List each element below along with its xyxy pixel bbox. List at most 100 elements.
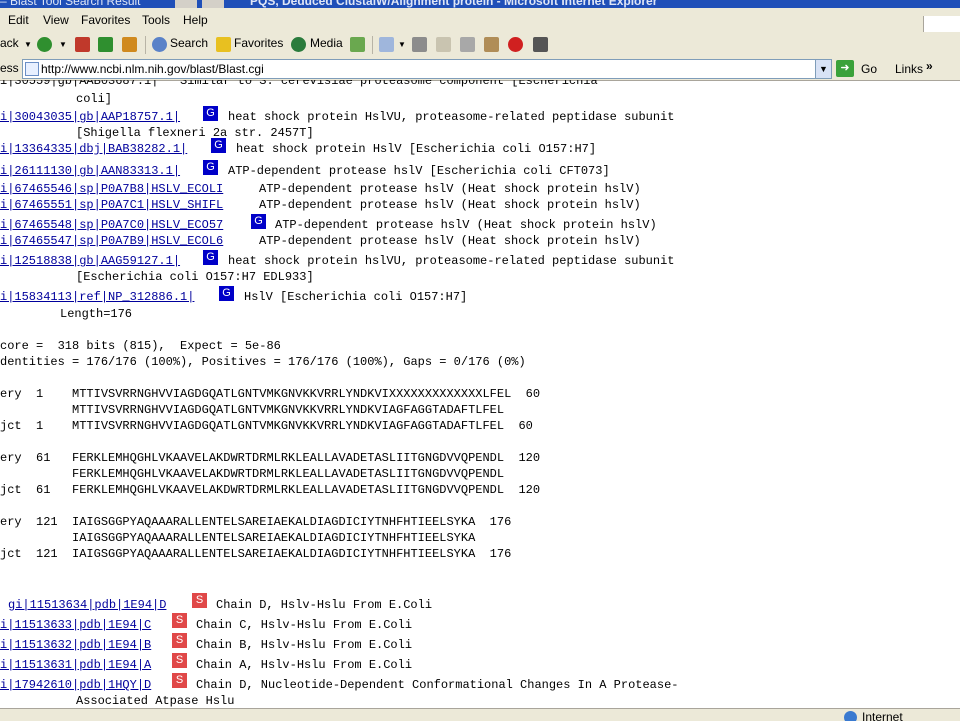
hit-row: i|15834113|ref|NP_312886.1| xyxy=(0,290,194,304)
structure-badge-icon[interactable]: S xyxy=(192,593,207,608)
structure-hit-description: Chain C, Hslv-Hslu From E.Coli xyxy=(196,618,413,632)
media-icon[interactable] xyxy=(291,37,306,52)
search-icon[interactable] xyxy=(152,37,167,52)
research-icon[interactable] xyxy=(508,37,523,52)
alignment-line: jct 1 MTTIVSVRRNGHVVIAGDGQATLGNTVMKGNVKK… xyxy=(0,419,533,433)
media-button[interactable]: Media xyxy=(310,36,343,50)
identities-line: dentities = 176/176 (100%), Positives = … xyxy=(0,355,526,369)
window-title-bar: – Blast Tool Search Result PQS, Deduced … xyxy=(0,0,960,8)
refresh-icon[interactable] xyxy=(98,37,113,52)
hit-description: ATP-dependent protease hslV [Escherichia… xyxy=(228,164,610,178)
genbank-badge-icon[interactable]: G xyxy=(211,138,226,153)
alignment-line: ery 121 IAIGSGGPYAQAAARALLENTELSAREIAEKA… xyxy=(0,515,512,529)
genbank-badge-icon[interactable]: G xyxy=(203,106,218,121)
discuss-icon[interactable] xyxy=(460,37,475,52)
structure-hit-description: Chain D, Hslv-Hslu From E.Coli xyxy=(216,598,433,612)
links-chevron-icon[interactable]: » xyxy=(926,59,933,73)
taskbar-tab[interactable] xyxy=(175,0,197,8)
status-bar: Internet xyxy=(0,708,960,721)
print-icon[interactable] xyxy=(412,37,427,52)
alignment-line: FERKLEMHQGHLVKAAVELAKDWRTDRMLRKLEALLAVAD… xyxy=(0,467,505,481)
links-button[interactable]: Links xyxy=(895,62,923,76)
hit-row: i|30043035|gb|AAP18757.1| xyxy=(0,110,180,124)
hit-description: ATP-dependent protease hslV (Heat shock … xyxy=(275,218,657,232)
structure-accession-link[interactable]: i|11513631|pdb|1E94|A xyxy=(0,658,151,672)
favorites-star-icon[interactable] xyxy=(216,37,231,52)
hit-row: i|67465548|sp|P0A7C0|HSLV_ECO57 xyxy=(0,218,223,232)
go-button[interactable]: ➜ Go xyxy=(836,60,886,78)
hit-accession-link[interactable]: i|67465547|sp|P0A7B9|HSLV_ECOL6 xyxy=(0,234,223,248)
alignment-line: jct 61 FERKLEMHQGHLVKAAVELAKDWRTDRMLRKLE… xyxy=(0,483,541,497)
hit-description: heat shock protein HslV [Escherichia col… xyxy=(236,142,597,156)
structure-accession-link[interactable]: i|11513632|pdb|1E94|B xyxy=(0,638,151,652)
address-url[interactable]: http://www.ncbi.nlm.nih.gov/blast/Blast.… xyxy=(41,62,264,76)
sequence-length: Length=176 xyxy=(60,307,133,321)
hit-row: i|12518838|gb|AAG59127.1| xyxy=(0,254,180,268)
alignment-line: jct 121 IAIGSGGPYAQAAARALLENTELSAREIAEKA… xyxy=(0,547,512,561)
search-button[interactable]: Search xyxy=(170,36,208,50)
go-label[interactable]: Go xyxy=(861,62,877,76)
hit-accession-link[interactable]: i|12518838|gb|AAG59127.1| xyxy=(0,254,180,268)
window-title-left: – Blast Tool Search Result xyxy=(0,0,141,8)
hit-accession-link[interactable]: i|15834113|ref|NP_312886.1| xyxy=(0,290,194,304)
mail-icon[interactable] xyxy=(379,37,394,52)
alignment-line: ery 61 FERKLEMHQGHLVKAAVELAKDWRTDRMLRKLE… xyxy=(0,451,541,465)
structure-badge-icon[interactable]: S xyxy=(172,613,187,628)
hit-description: ATP-dependent protease hslV (Heat shock … xyxy=(259,198,641,212)
hit-accession-link[interactable]: i|13364335|dbj|BAB38282.1| xyxy=(0,142,187,156)
address-label: ess xyxy=(0,61,19,75)
hit-description: ATP-dependent protease hslV (Heat shock … xyxy=(259,182,641,196)
structure-hit-row: i|17942610|pdb|1HQY|D xyxy=(0,678,151,692)
forward-dropdown-icon[interactable]: ▼ xyxy=(59,40,67,49)
genbank-badge-icon[interactable]: G xyxy=(203,250,218,265)
go-arrow-icon[interactable]: ➜ xyxy=(836,60,854,77)
history-icon[interactable] xyxy=(350,37,365,52)
stop-icon[interactable] xyxy=(75,37,90,52)
menu-tools[interactable]: Tools xyxy=(142,13,170,27)
genbank-badge-icon[interactable]: G xyxy=(251,214,266,229)
taskbar-tab[interactable] xyxy=(202,0,224,8)
favorites-button[interactable]: Favorites xyxy=(234,36,283,50)
menu-view[interactable]: View xyxy=(43,13,69,27)
genbank-badge-icon[interactable]: G xyxy=(219,286,234,301)
alignment-line: MTTIVSVRRNGHVVIAGDGQATLGNTVMKGNVKKVRRLYN… xyxy=(0,403,505,417)
structure-badge-icon[interactable]: S xyxy=(172,673,187,688)
home-icon[interactable] xyxy=(122,37,137,52)
hit-continuation: coli] xyxy=(76,92,113,106)
structure-hit-row: gi|11513634|pdb|1E94|D xyxy=(8,598,166,612)
hit-accession-link[interactable]: i|67465551|sp|P0A7C1|HSLV_SHIFL xyxy=(0,198,223,212)
hit-accession-link[interactable]: i|67465548|sp|P0A7C0|HSLV_ECO57 xyxy=(0,218,223,232)
hit-description: heat shock protein HslVU, proteasome-rel… xyxy=(228,110,675,124)
structure-badge-icon[interactable]: S xyxy=(172,633,187,648)
genbank-badge-icon[interactable]: G xyxy=(203,160,218,175)
edit-icon[interactable] xyxy=(436,37,451,52)
structure-hit-description-continued: Associated Atpase Hslu xyxy=(76,694,235,708)
hit-accession-link[interactable]: i|30043035|gb|AAP18757.1| xyxy=(0,110,180,124)
structure-accession-link[interactable]: i|11513633|pdb|1E94|C xyxy=(0,618,151,632)
menu-favorites[interactable]: Favorites xyxy=(81,13,130,27)
messenger-icon[interactable] xyxy=(484,37,499,52)
hit-accession-link[interactable]: i|67465546|sp|P0A7B8|HSLV_ECOLI xyxy=(0,182,223,196)
alignment-line: IAIGSGGPYAQAAARALLENTELSAREIAEKALDIAGDIC… xyxy=(0,531,476,545)
cut-off-hit-line: i|30559|gb|AAB03687.1| Similar to S. cer… xyxy=(0,80,598,88)
hit-accession-link[interactable]: i|26111130|gb|AAN83313.1| xyxy=(0,164,180,178)
address-input[interactable]: http://www.ncbi.nlm.nih.gov/blast/Blast.… xyxy=(22,59,832,79)
page-icon xyxy=(25,62,39,76)
address-bar: ess http://www.ncbi.nlm.nih.gov/blast/Bl… xyxy=(0,58,960,81)
back-button[interactable]: ack xyxy=(0,36,19,50)
address-dropdown-icon[interactable]: ▼ xyxy=(815,60,831,78)
window-title: PQS, Deduced ClustalW/Alignment protein … xyxy=(250,0,658,8)
mail-dropdown-icon[interactable]: ▼ xyxy=(398,40,406,49)
forward-icon[interactable] xyxy=(37,37,52,52)
structure-badge-icon[interactable]: S xyxy=(172,653,187,668)
structure-accession-link[interactable]: gi|11513634|pdb|1E94|D xyxy=(8,598,166,612)
menu-edit[interactable]: Edit xyxy=(8,13,29,27)
structure-accession-link[interactable]: i|17942610|pdb|1HQY|D xyxy=(0,678,151,692)
menu-help[interactable]: Help xyxy=(183,13,208,27)
structure-hit-description: Chain A, Hslv-Hslu From E.Coli xyxy=(196,658,413,672)
back-dropdown-icon[interactable]: ▼ xyxy=(24,40,32,49)
toolbar-extra-icon[interactable] xyxy=(533,37,548,52)
hit-description-continued: [Escherichia coli O157:H7 EDL933] xyxy=(76,270,314,284)
alignment-line: ery 1 MTTIVSVRRNGHVVIAGDGQATLGNTVMKGNVKK… xyxy=(0,387,541,401)
hit-description: ATP-dependent protease hslV (Heat shock … xyxy=(259,234,641,248)
